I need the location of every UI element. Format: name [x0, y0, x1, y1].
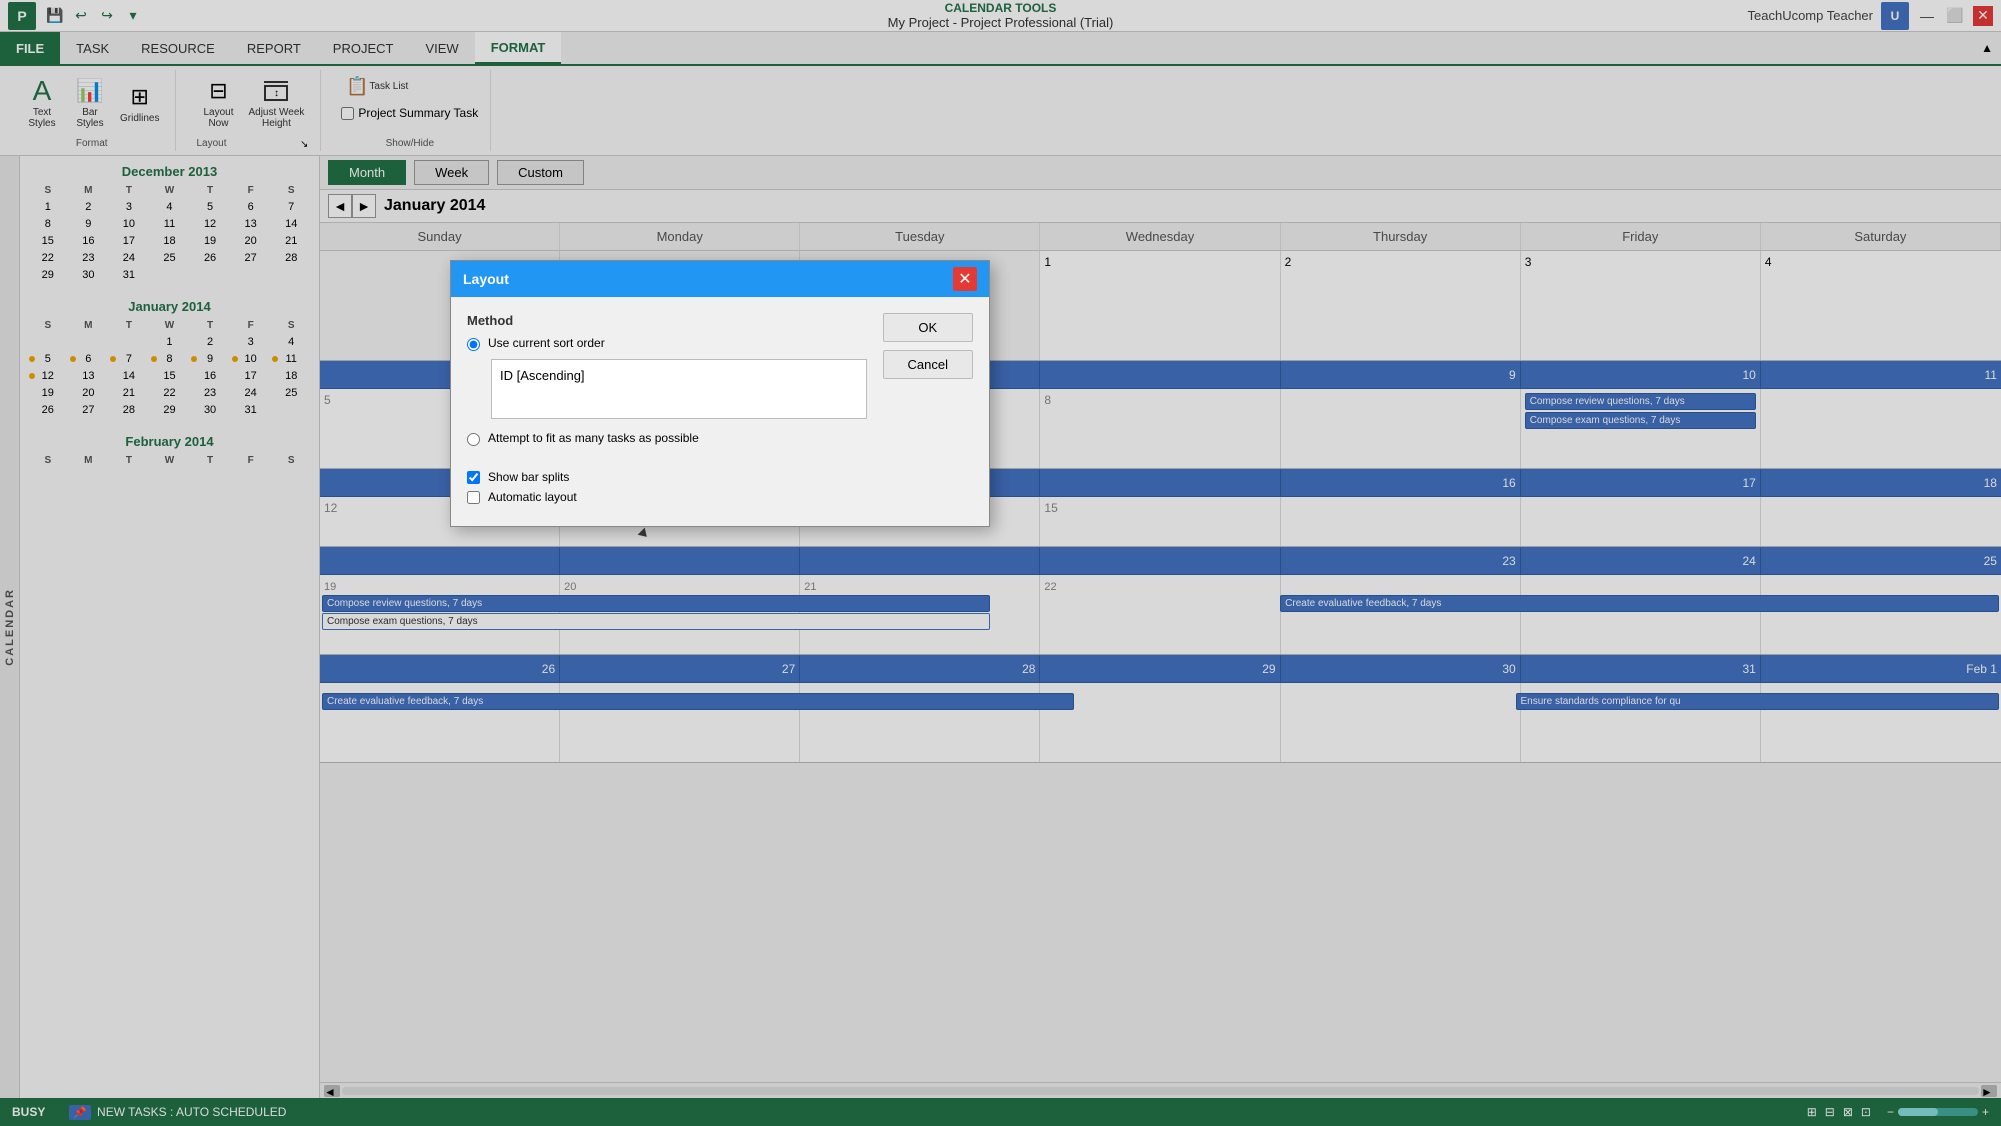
layout-dialog: Layout ✕ Method Use current sort order I…: [450, 260, 990, 527]
dialog-title-bar: Layout ✕: [451, 261, 989, 297]
sort-order-box: ID [Ascending]: [491, 359, 867, 419]
dialog-buttons: OK Cancel: [883, 313, 973, 510]
radio-use-current-label: Use current sort order: [488, 336, 605, 350]
dialog-title: Layout: [463, 271, 509, 287]
dialog-left: Method Use current sort order ID [Ascend…: [467, 313, 867, 510]
checkbox-bar-splits[interactable]: Show bar splits: [467, 470, 867, 484]
radio-fit-tasks-label: Attempt to fit as many tasks as possible: [488, 431, 699, 445]
checkbox-bar-splits-label: Show bar splits: [488, 470, 569, 484]
radio-fit-tasks-input[interactable]: [467, 433, 480, 446]
radio-fit-tasks[interactable]: Attempt to fit as many tasks as possible: [467, 431, 867, 446]
radio-use-current-input[interactable]: [467, 338, 480, 351]
spacer: [467, 454, 867, 470]
cancel-btn[interactable]: Cancel: [883, 350, 973, 379]
dialog-content-row: Method Use current sort order ID [Ascend…: [467, 313, 973, 510]
sort-value: ID [Ascending]: [500, 368, 858, 383]
dialog-body: Method Use current sort order ID [Ascend…: [451, 297, 989, 526]
checkbox-auto-layout-label: Automatic layout: [488, 490, 577, 504]
checkbox-auto-layout-input[interactable]: [467, 491, 480, 504]
dialog-close-btn[interactable]: ✕: [953, 267, 977, 291]
radio-use-current[interactable]: Use current sort order: [467, 336, 867, 351]
checkbox-auto-layout[interactable]: Automatic layout: [467, 490, 867, 504]
dialog-overlay: Layout ✕ Method Use current sort order I…: [0, 0, 2001, 1126]
method-label: Method: [467, 313, 867, 328]
checkbox-bar-splits-input[interactable]: [467, 471, 480, 484]
ok-btn[interactable]: OK: [883, 313, 973, 342]
